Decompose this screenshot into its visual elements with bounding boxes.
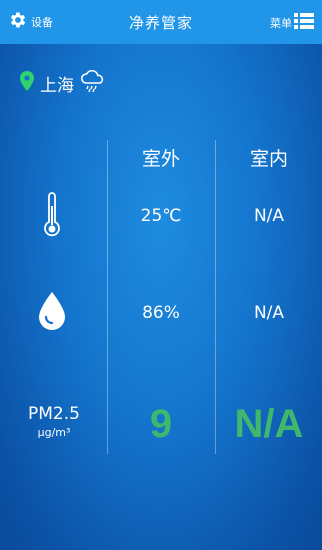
pm25-label: PM2.5 μg/m³ (20, 404, 88, 439)
list-menu-icon (294, 12, 314, 34)
water-drop-icon (32, 292, 72, 330)
column-divider (107, 140, 108, 454)
city-name: 上海 (40, 75, 74, 96)
column-header-outdoor: 室外 (141, 148, 180, 170)
location-pin-icon (20, 71, 34, 95)
cloud-rain-icon (80, 69, 106, 96)
pm25-unit: μg/m³ (37, 426, 71, 439)
indoor-pm25-value: N/A (234, 402, 304, 446)
indoor-humidity: N/A (253, 303, 285, 323)
column-divider (215, 140, 216, 454)
thermometer-icon (32, 192, 72, 238)
top-bar: 设备 净养管家 菜单 (0, 0, 322, 44)
menu-button[interactable]: 菜单 (270, 12, 314, 34)
outdoor-temperature: 25℃ (140, 206, 182, 226)
outdoor-pm25-value: 9 (149, 402, 173, 446)
menu-label: 菜单 (270, 17, 292, 30)
indoor-temperature: N/A (253, 206, 285, 226)
outdoor-humidity: 86% (142, 303, 180, 323)
pm25-title: PM2.5 (28, 404, 80, 424)
location-row[interactable]: 上海 (20, 69, 106, 96)
column-header-indoor: 室内 (249, 148, 288, 170)
